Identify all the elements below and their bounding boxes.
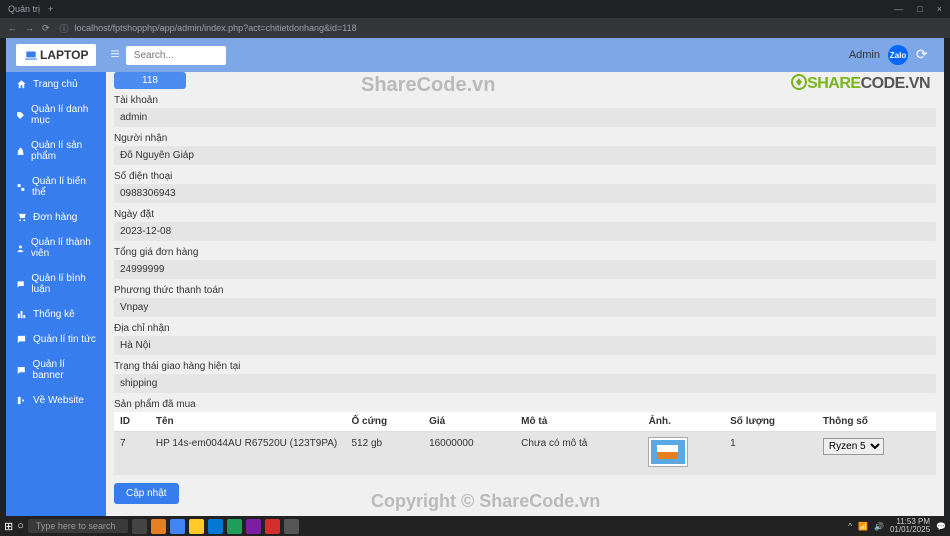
chart-icon <box>16 309 27 320</box>
app-icon-4[interactable] <box>208 519 223 534</box>
field-account: Tài khoản <box>114 95 936 127</box>
field-phone: Số điện thoại <box>114 171 936 203</box>
cortana-icon[interactable]: ○ <box>17 520 24 532</box>
app-icon-7[interactable] <box>265 519 280 534</box>
refresh-icon[interactable]: ⟳ <box>916 46 934 64</box>
phone-input[interactable] <box>114 184 936 203</box>
app-icon-5[interactable] <box>227 519 242 534</box>
tag-icon <box>16 110 25 121</box>
total-input[interactable] <box>114 260 936 279</box>
user-icon <box>16 243 25 254</box>
home-icon <box>16 79 27 90</box>
laptop-icon <box>24 48 38 62</box>
menu-toggle-icon[interactable]: ≡ <box>110 46 119 64</box>
banner-icon <box>16 365 27 376</box>
task-view-icon[interactable] <box>132 519 147 534</box>
tray-chevron-icon[interactable]: ^ <box>848 522 852 531</box>
order-id-tag: 118 <box>114 72 186 89</box>
app-icon-6[interactable] <box>246 519 261 534</box>
col-name: Tên <box>150 412 346 432</box>
zalo-icon[interactable]: Zalo <box>888 45 908 65</box>
field-date: Ngày đặt <box>114 209 936 241</box>
col-price: Giá <box>423 412 515 432</box>
sidebar-item-orders[interactable]: Đơn hàng <box>6 205 106 230</box>
sidebar-item-members[interactable]: Quản lí thành viên <box>6 230 106 266</box>
comment-icon <box>16 279 25 290</box>
app-icon-8[interactable] <box>284 519 299 534</box>
sidebar-item-stats[interactable]: Thống kê <box>6 302 106 327</box>
field-status: Trạng thái giao hàng hiện tại <box>114 361 936 393</box>
account-input[interactable] <box>114 108 936 127</box>
sidebar-item-products[interactable]: Quản lí sản phẩm <box>6 133 106 169</box>
start-button[interactable]: ⊞ <box>4 520 13 533</box>
sidebar-item-variants[interactable]: Quản lí biến thể <box>6 169 106 205</box>
col-img: Ảnh. <box>643 412 725 432</box>
field-address: Địa chỉ nhận <box>114 323 936 355</box>
app-topbar: LAPTOP ≡ Admin Zalo ⟳ <box>6 38 944 72</box>
recipient-input[interactable] <box>114 146 936 165</box>
product-image-cell <box>643 432 725 476</box>
field-total: Tổng giá đơn hàng <box>114 247 936 279</box>
nav-reload-icon[interactable]: ⟳ <box>42 23 50 34</box>
window-close-button[interactable]: × <box>937 4 942 14</box>
sidebar-item-banner[interactable]: Quản lí banner <box>6 352 106 388</box>
tab-title[interactable]: Quản trị <box>8 4 40 14</box>
col-spec: Thông số <box>817 412 936 432</box>
exit-icon <box>16 395 27 406</box>
nav-forward-icon[interactable]: → <box>25 23 34 34</box>
window-min-button[interactable]: — <box>894 4 903 14</box>
taskbar-search[interactable]: Type here to search <box>28 519 128 533</box>
col-desc: Mô tả <box>515 412 642 432</box>
sidebar-item-home[interactable]: Trang chủ <box>6 72 106 97</box>
news-icon <box>16 334 27 345</box>
taskbar-date[interactable]: 01/01/2025 <box>890 526 930 534</box>
address-input[interactable] <box>114 336 936 355</box>
field-payment: Phương thức thanh toán <box>114 285 936 317</box>
app-icon-1[interactable] <box>151 519 166 534</box>
table-row: 7 HP 14s-em0044AU R67520U (123T9PA) 512 … <box>114 432 936 476</box>
sidebar-item-categories[interactable]: Quản lí danh mục <box>6 97 106 133</box>
user-label[interactable]: Admin <box>849 49 880 61</box>
spec-select[interactable]: Ryzen 5 <box>823 438 884 455</box>
update-button[interactable]: Cập nhật <box>114 483 179 504</box>
tray-wifi-icon[interactable]: 📶 <box>858 522 868 531</box>
main-content: 118 Tài khoản Người nhận Số điện thoại N… <box>106 72 944 516</box>
payment-input[interactable] <box>114 298 936 317</box>
app-icon-2[interactable] <box>170 519 185 534</box>
windows-taskbar: ⊞ ○ Type here to search ^ 📶 🔊 11:53 PM 0… <box>0 516 950 536</box>
search-input[interactable] <box>126 46 226 65</box>
status-input[interactable] <box>114 374 936 393</box>
app-icon-3[interactable] <box>189 519 204 534</box>
url-text[interactable]: localhost/fptshopphp/app/admin/index.php… <box>75 23 942 33</box>
col-disk: Ổ cứng <box>346 412 424 432</box>
sidebar: Trang chủ Quản lí danh mục Quản lí sản p… <box>6 72 106 516</box>
new-tab-button[interactable]: + <box>48 4 53 14</box>
product-thumbnail[interactable] <box>649 438 687 466</box>
sidebar-item-comments[interactable]: Quản lí bình luận <box>6 266 106 302</box>
cart-icon <box>16 212 27 223</box>
col-id: ID <box>114 412 150 432</box>
info-icon[interactable]: ⓘ <box>60 22 69 35</box>
products-heading: Sản phẩm đã mua <box>114 399 936 410</box>
tray-volume-icon[interactable]: 🔊 <box>874 522 884 531</box>
window-max-button[interactable]: □ <box>917 4 922 14</box>
variant-icon <box>16 182 26 193</box>
nav-back-icon[interactable]: ← <box>8 23 17 34</box>
sidebar-item-website[interactable]: Về Website <box>6 388 106 413</box>
date-input[interactable] <box>114 222 936 241</box>
sidebar-item-news[interactable]: Quản lí tin tức <box>6 327 106 352</box>
app-logo[interactable]: LAPTOP <box>16 44 96 66</box>
products-table: ID Tên Ổ cứng Giá Mô tả Ảnh. Số lượng Th… <box>114 412 936 475</box>
browser-titlebar: Quản trị + — □ × <box>0 0 950 18</box>
notification-icon[interactable]: 💬 <box>936 522 946 531</box>
bag-icon <box>16 146 25 157</box>
browser-url-bar: ← → ⟳ ⓘ localhost/fptshopphp/app/admin/i… <box>0 18 950 38</box>
col-qty: Số lượng <box>724 412 817 432</box>
field-recipient: Người nhận <box>114 133 936 165</box>
